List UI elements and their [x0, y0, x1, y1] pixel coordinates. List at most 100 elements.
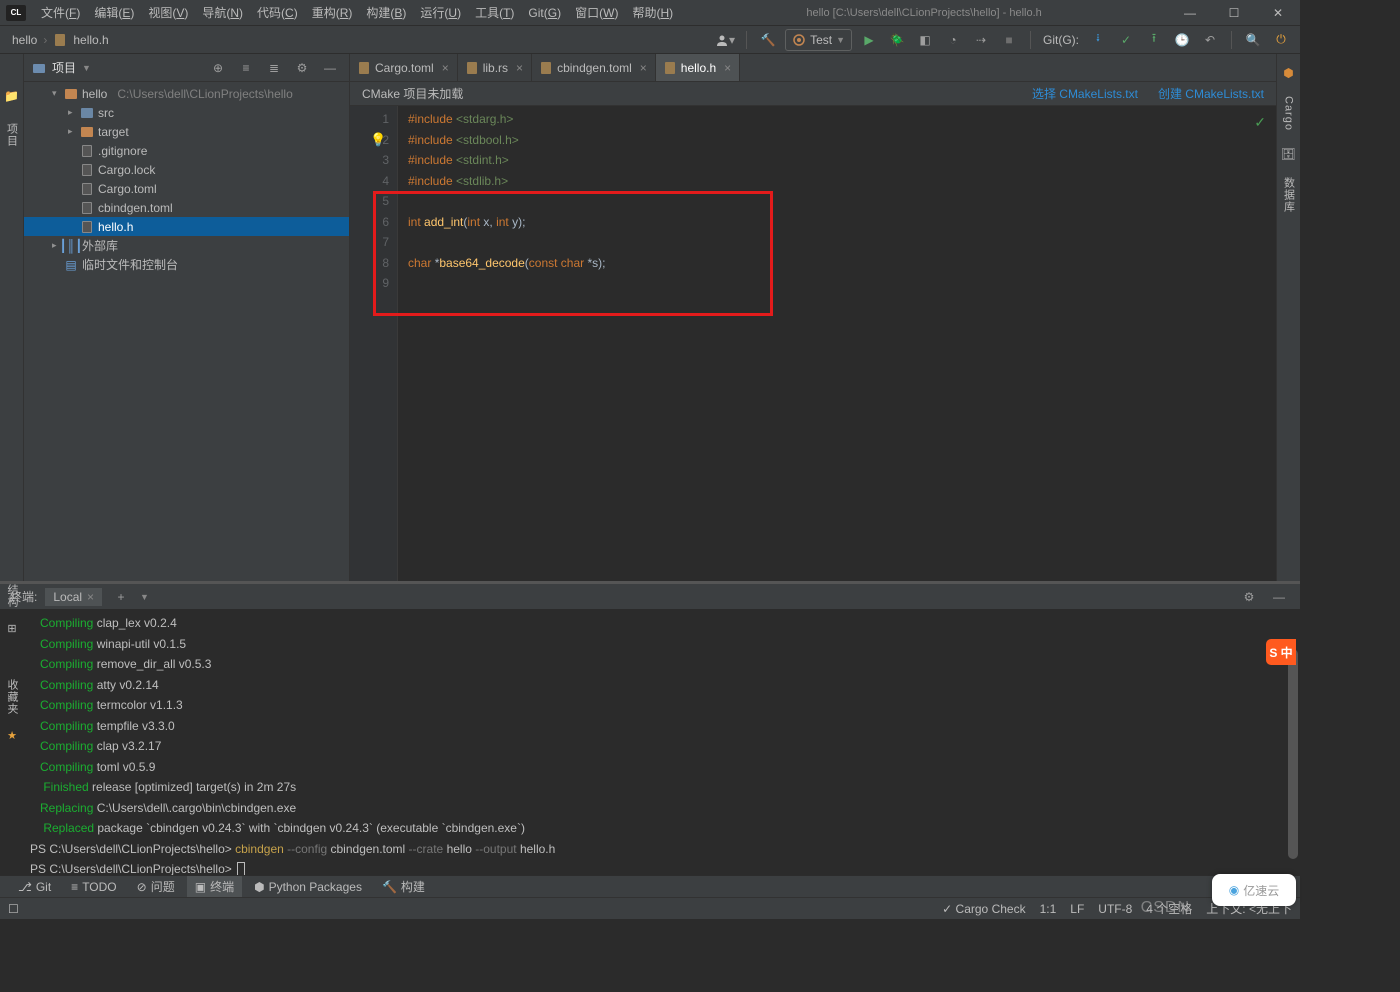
breadcrumb-item[interactable]: hello: [12, 33, 37, 47]
git-update-button[interactable]: ⭭: [1087, 29, 1109, 51]
close-icon[interactable]: ×: [516, 61, 523, 75]
close-icon[interactable]: ×: [640, 61, 647, 75]
line-separator[interactable]: LF: [1070, 902, 1084, 916]
bottom-tab-终端[interactable]: ▣终端: [187, 876, 242, 897]
bottom-tab-Git[interactable]: ⎇Git: [10, 878, 59, 896]
menu-代码[interactable]: 代码(C): [250, 0, 305, 26]
close-icon[interactable]: ×: [87, 590, 94, 604]
user-icon[interactable]: ▾: [714, 29, 736, 51]
code-area[interactable]: ✓ #include <stdarg.h>#include <stdbool.h…: [398, 106, 1276, 581]
ide-settings-button[interactable]: ⏻: [1270, 29, 1292, 51]
code-line[interactable]: #include <stdlib.h>: [408, 171, 1276, 192]
code-line[interactable]: #include <stdbool.h>: [408, 130, 1276, 151]
debug-button[interactable]: 🪲: [886, 29, 908, 51]
new-terminal-button[interactable]: +: [110, 586, 132, 608]
menu-视图[interactable]: 视图(V): [141, 0, 195, 26]
editor-tab-cbindgen.toml[interactable]: cbindgen.toml×: [532, 54, 656, 81]
project-tree[interactable]: ▾helloC:\Users\dell\CLionProjects\hello▸…: [24, 82, 349, 581]
bottom-tab-TODO[interactable]: ≡TODO: [63, 878, 124, 896]
menu-重构[interactable]: 重构(R): [305, 0, 360, 26]
hide-button[interactable]: —: [319, 57, 341, 79]
tree-item-.gitignore[interactable]: .gitignore: [24, 141, 349, 160]
cursor-position[interactable]: 1:1: [1040, 902, 1057, 916]
chevron-down-icon[interactable]: ▼: [82, 63, 91, 73]
run-button[interactable]: ▶: [858, 29, 880, 51]
undo-button[interactable]: ↶: [1199, 29, 1221, 51]
bulb-icon[interactable]: 💡: [370, 130, 386, 151]
menu-帮助[interactable]: 帮助(H): [625, 0, 680, 26]
code-line[interactable]: [408, 191, 1276, 212]
database-tool-label[interactable]: 数据库: [1281, 177, 1297, 213]
close-icon[interactable]: ×: [442, 61, 449, 75]
menu-构建[interactable]: 构建(B): [359, 0, 413, 26]
favorites-tool-label[interactable]: 收藏夹: [4, 679, 20, 715]
cargo-tool-label[interactable]: Cargo: [1283, 96, 1295, 131]
git-commit-button[interactable]: ✓: [1115, 29, 1137, 51]
terminal-tab-local[interactable]: Local ×: [45, 588, 102, 606]
scrollbar[interactable]: [1288, 649, 1298, 859]
collapse-all-button[interactable]: ≣: [263, 57, 285, 79]
tree-item-src[interactable]: ▸src: [24, 103, 349, 122]
tree-item-临时文件和控制台[interactable]: ▤临时文件和控制台: [24, 255, 349, 274]
code-line[interactable]: int add_int(int x, int y);: [408, 212, 1276, 233]
tree-item-Cargo.toml[interactable]: Cargo.toml: [24, 179, 349, 198]
build-button[interactable]: 🔨: [757, 29, 779, 51]
git-history-button[interactable]: 🕒: [1171, 29, 1193, 51]
profile-button[interactable]: ◔: [942, 29, 964, 51]
favorites-icon[interactable]: ★: [7, 729, 17, 742]
expand-all-button[interactable]: ≡: [235, 57, 257, 79]
close-icon[interactable]: ×: [724, 61, 731, 75]
bottom-tab-Python Packages[interactable]: ⬢Python Packages: [246, 878, 370, 896]
tree-arrow-icon[interactable]: ▾: [52, 88, 60, 99]
structure-tool-label[interactable]: 结构: [4, 584, 20, 608]
tree-item-target[interactable]: ▸target: [24, 122, 349, 141]
create-cmakelists-link[interactable]: 创建 CMakeLists.txt: [1158, 85, 1264, 102]
stop-button[interactable]: ■: [998, 29, 1020, 51]
project-tool-label[interactable]: 项目: [4, 123, 20, 147]
menu-导航[interactable]: 导航(N): [195, 0, 250, 26]
tree-item-hello.h[interactable]: hello.h: [24, 217, 349, 236]
gear-icon[interactable]: ⚙: [1238, 586, 1260, 608]
git-push-button[interactable]: ⭱: [1143, 29, 1165, 51]
locate-button[interactable]: ⊕: [207, 57, 229, 79]
menu-窗口[interactable]: 窗口(W): [568, 0, 625, 26]
tree-arrow-icon[interactable]: ▸: [68, 126, 76, 137]
menu-Git[interactable]: Git(G): [521, 0, 568, 26]
tool-windows-button[interactable]: ☐: [8, 902, 19, 916]
tree-arrow-icon[interactable]: ▸: [68, 107, 76, 118]
tree-item-外部库[interactable]: ▸┃║┃外部库: [24, 236, 349, 255]
run-configuration-select[interactable]: Test ▼: [785, 29, 852, 51]
breadcrumb-item[interactable]: hello.h: [73, 33, 108, 47]
select-cmakelists-link[interactable]: 选择 CMakeLists.txt: [1032, 85, 1138, 102]
editor-tab-hello.h[interactable]: hello.h×: [656, 54, 740, 81]
project-tool-icon[interactable]: 📁: [4, 89, 19, 103]
menu-编辑[interactable]: 编辑(E): [87, 0, 141, 26]
gear-icon[interactable]: ⚙: [291, 57, 313, 79]
sogou-ime-badge[interactable]: S 中: [1266, 639, 1296, 665]
coverage-button[interactable]: ◧: [914, 29, 936, 51]
code-line[interactable]: #include <stdarg.h>: [408, 109, 1276, 130]
menu-文件[interactable]: 文件(F): [34, 0, 87, 26]
hide-button[interactable]: —: [1268, 586, 1290, 608]
inspection-ok-icon[interactable]: ✓: [1254, 112, 1266, 133]
code-line[interactable]: char *base64_decode(const char *s);: [408, 253, 1276, 274]
attach-button[interactable]: ⇢: [970, 29, 992, 51]
tree-item-cbindgen.toml[interactable]: cbindgen.toml: [24, 198, 349, 217]
code-line[interactable]: [408, 273, 1276, 294]
structure-icon[interactable]: ⊞: [7, 622, 16, 635]
editor-body[interactable]: 💡 123456789 ✓ #include <stdarg.h>#includ…: [350, 106, 1276, 581]
minimize-button[interactable]: —: [1168, 0, 1212, 26]
database-tool-icon[interactable]: 🗄: [1281, 147, 1296, 161]
close-button[interactable]: ✕: [1256, 0, 1300, 26]
cargo-check-status[interactable]: ✓ Cargo Check: [942, 902, 1025, 916]
bottom-tab-问题[interactable]: ⊘问题: [129, 876, 183, 897]
search-button[interactable]: 🔍: [1242, 29, 1264, 51]
chevron-down-icon[interactable]: ▼: [140, 592, 149, 602]
editor-tab-Cargo.toml[interactable]: Cargo.toml×: [350, 54, 458, 81]
menu-工具[interactable]: 工具(T): [468, 0, 521, 26]
code-line[interactable]: [408, 232, 1276, 253]
tree-item-Cargo.lock[interactable]: Cargo.lock: [24, 160, 349, 179]
terminal-body[interactable]: Compiling clap_lex v0.2.4 Compiling wina…: [0, 609, 1300, 875]
editor-tab-lib.rs[interactable]: lib.rs×: [458, 54, 532, 81]
code-line[interactable]: #include <stdint.h>: [408, 150, 1276, 171]
